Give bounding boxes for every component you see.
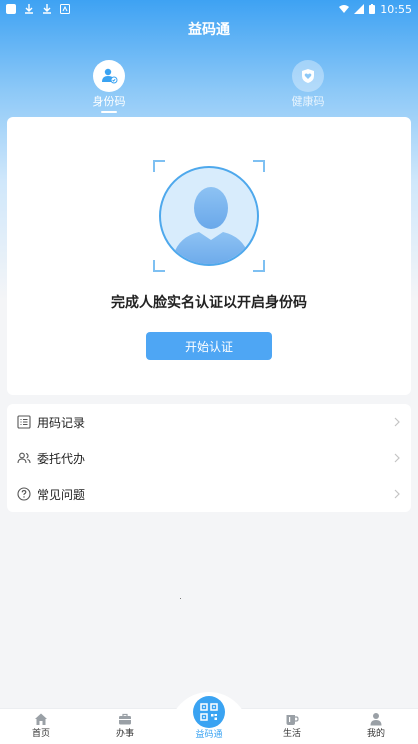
wifi-icon: [339, 5, 350, 13]
chevron-right-icon: [393, 453, 401, 463]
nav-item-services[interactable]: 办事: [95, 712, 155, 740]
question-icon: [17, 487, 31, 501]
status-time: 10:55: [380, 2, 412, 16]
cup-icon: [285, 712, 299, 726]
menu-item-label: 用码记录: [37, 415, 86, 430]
download-icon: [25, 4, 33, 14]
tab-health-code[interactable]: 健康码: [268, 60, 348, 109]
verification-prompt: 完成人脸实名认证以开启身份码: [111, 295, 307, 311]
tab-id-code[interactable]: 身份码: [69, 60, 149, 113]
user-icon: [369, 712, 383, 726]
signal-icon: [354, 4, 365, 14]
verification-card: 完成人脸实名认证以开启身份码 开始认证: [7, 117, 411, 395]
nav-item-mine[interactable]: 我的: [346, 712, 406, 740]
id-card-icon: [102, 68, 118, 84]
menu-item-code-records[interactable]: 用码记录: [7, 404, 411, 440]
avatar-placeholder: [159, 166, 259, 266]
active-tab-indicator: [101, 111, 117, 113]
menu-item-label: 常见问题: [37, 487, 86, 502]
nav-label: 生活: [282, 729, 301, 739]
nav-label: 办事: [115, 729, 134, 739]
tab-label: 身份码: [92, 95, 126, 108]
nav-item-home[interactable]: 首页: [11, 712, 71, 740]
nav-item-life[interactable]: 生活: [262, 712, 322, 740]
status-bar: 10:55: [0, 0, 418, 18]
menu-item-faq[interactable]: 常见问题: [7, 476, 411, 512]
chevron-right-icon: [393, 489, 401, 499]
tab-label: 健康码: [291, 95, 325, 108]
download-icon: [43, 4, 51, 14]
health-shield-icon: [302, 69, 314, 83]
app-icon: [6, 4, 16, 14]
menu-list: 用码记录 委托代办 常见问题: [7, 404, 411, 512]
menu-item-label: 委托代办: [37, 451, 86, 466]
nav-label: 首页: [31, 729, 50, 739]
list-icon: [17, 415, 31, 429]
battery-icon: [369, 4, 376, 14]
qr-code-icon: [200, 703, 218, 721]
briefcase-icon: [118, 712, 132, 726]
page-title: 益码通: [188, 22, 230, 38]
notification-icon: [60, 4, 70, 14]
nav-label: 我的: [366, 729, 385, 739]
start-verification-button[interactable]: 开始认证: [146, 332, 272, 360]
chevron-right-icon: [393, 417, 401, 427]
face-scan-frame: [153, 160, 265, 272]
menu-item-delegation[interactable]: 委托代办: [7, 440, 411, 476]
home-icon: [34, 712, 48, 726]
person-silhouette-icon: [171, 187, 251, 264]
users-icon: [17, 451, 31, 465]
stray-dot: [180, 598, 181, 599]
nav-item-yimatong[interactable]: 益码通: [179, 696, 239, 741]
nav-label: 益码通: [195, 730, 223, 740]
